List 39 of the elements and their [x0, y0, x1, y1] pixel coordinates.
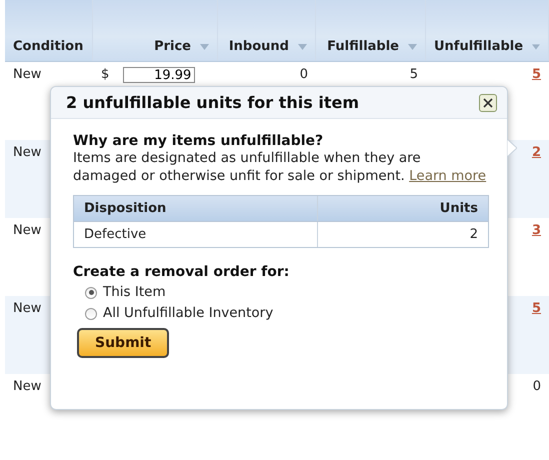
column-header[interactable]: Condition	[5, 0, 93, 61]
sort-icon[interactable]	[298, 44, 307, 50]
removal-heading: Create a removal order for:	[73, 264, 290, 280]
question-heading: Why are my items unfulfillable?	[73, 133, 324, 149]
table-cell: New	[13, 223, 42, 238]
table-cell: New	[13, 67, 42, 82]
option-label[interactable]: All Unfulfillable Inventory	[103, 303, 274, 324]
radio-button[interactable]	[85, 308, 97, 320]
popup-title: 2 unfulfillable units for this item	[66, 93, 359, 112]
explanation-text: Items are designated as unfulfillable when they are damaged or otherwise unfit for sale or shipment. Learn more	[73, 149, 487, 185]
sort-icon[interactable]	[532, 44, 540, 50]
learn-more-link[interactable]: Learn more	[409, 168, 486, 184]
currency-symbol: $	[101, 67, 110, 82]
table-cell: Defective	[74, 222, 318, 247]
unfulfillable-link[interactable]: 3	[532, 223, 541, 238]
table-cell: 0	[300, 67, 308, 82]
table-cell: New	[13, 379, 42, 394]
unfulfillable-link[interactable]: 5	[532, 301, 541, 316]
column-header[interactable]: Price	[93, 0, 218, 61]
column-header[interactable]: Fulfillable	[316, 0, 426, 61]
column-header: Units	[438, 200, 479, 218]
sort-icon[interactable]	[408, 44, 417, 50]
submit-button[interactable]: Submit	[77, 328, 170, 358]
table-cell: 5	[410, 67, 418, 82]
column-header: Disposition	[74, 196, 318, 221]
close-button[interactable]	[479, 94, 497, 112]
unfulfillable-link[interactable]: 5	[532, 67, 541, 82]
option-label[interactable]: This Item	[103, 282, 166, 303]
price-field[interactable]: 19.99	[123, 67, 196, 83]
sort-icon[interactable]	[200, 44, 209, 50]
column-header[interactable]: Inbound	[218, 0, 316, 61]
table-cell: New	[13, 301, 42, 316]
table-cell: 0	[532, 379, 541, 394]
close-icon	[483, 98, 493, 108]
radio-button[interactable]	[85, 286, 97, 298]
unfulfillable-link[interactable]: 2	[532, 145, 541, 160]
table-cell-text: 2	[468, 226, 479, 244]
table-cell: New	[13, 145, 42, 160]
column-header[interactable]: Unfulfillable	[426, 0, 549, 61]
